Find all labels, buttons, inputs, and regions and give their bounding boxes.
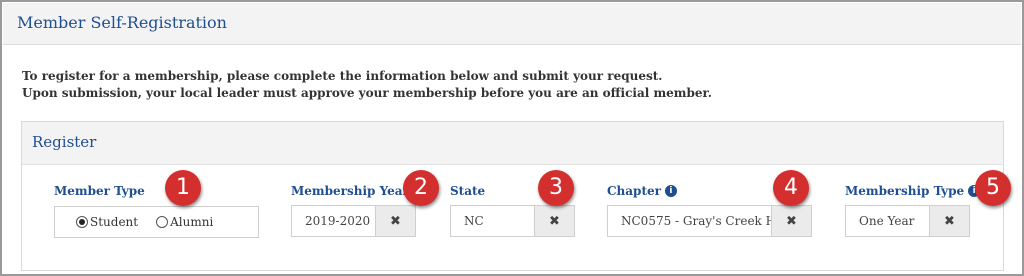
membership-year-select[interactable]: 2019-2020 ✖ [291, 205, 416, 237]
radio-student-circle[interactable] [76, 216, 88, 228]
member-type-label: Member Type [54, 184, 145, 198]
membership-type-clear-icon[interactable]: ✖ [929, 206, 969, 236]
callout-badge-4: 4 [773, 170, 809, 206]
membership-type-label-text: Membership Type [845, 184, 965, 198]
state-select[interactable]: NC ✖ [450, 205, 575, 237]
callout-badge-3: 3 [538, 170, 574, 206]
radio-alumni-label: Alumni [170, 215, 214, 229]
membership-year-label: Membership Year [291, 184, 409, 198]
chapter-select[interactable]: NC0575 - Gray's Creek H ✖ [607, 205, 812, 237]
state-clear-icon[interactable]: ✖ [534, 206, 574, 236]
callout-badge-5: 5 [975, 170, 1011, 206]
radio-alumni[interactable]: Alumni [156, 215, 213, 229]
membership-type-select[interactable]: One Year ✖ [845, 205, 970, 237]
chapter-label: Chapter i [607, 184, 677, 198]
page-title: Member Self-Registration [17, 13, 227, 32]
page-header: Member Self-Registration [3, 3, 1021, 45]
radio-alumni-circle[interactable] [156, 216, 169, 228]
chapter-value: NC0575 - Gray's Creek H [621, 214, 772, 228]
membership-year-clear-icon[interactable]: ✖ [375, 206, 415, 236]
callout-badge-2: 2 [403, 170, 439, 206]
chapter-clear-icon[interactable]: ✖ [771, 206, 811, 236]
radio-student-label: Student [90, 215, 139, 229]
intro-text: To register for a membership, please com… [22, 68, 712, 102]
radio-student[interactable]: Student [76, 215, 138, 229]
intro-line-1: To register for a membership, please com… [22, 69, 663, 83]
callout-badge-1: 1 [165, 170, 201, 206]
register-panel-header: Register [22, 122, 1003, 165]
membership-type-label: Membership Type i [845, 184, 981, 198]
intro-line-2: Upon submission, your local leader must … [22, 86, 712, 100]
chapter-info-icon[interactable]: i [664, 185, 677, 197]
state-value: NC [464, 214, 484, 228]
register-panel-title: Register [32, 133, 97, 151]
state-label: State [450, 184, 486, 198]
member-type-radio-group: Student Alumni [54, 206, 259, 238]
membership-year-value: 2019-2020 [305, 214, 371, 228]
membership-type-value: One Year [859, 214, 915, 228]
chapter-label-text: Chapter [607, 184, 661, 198]
